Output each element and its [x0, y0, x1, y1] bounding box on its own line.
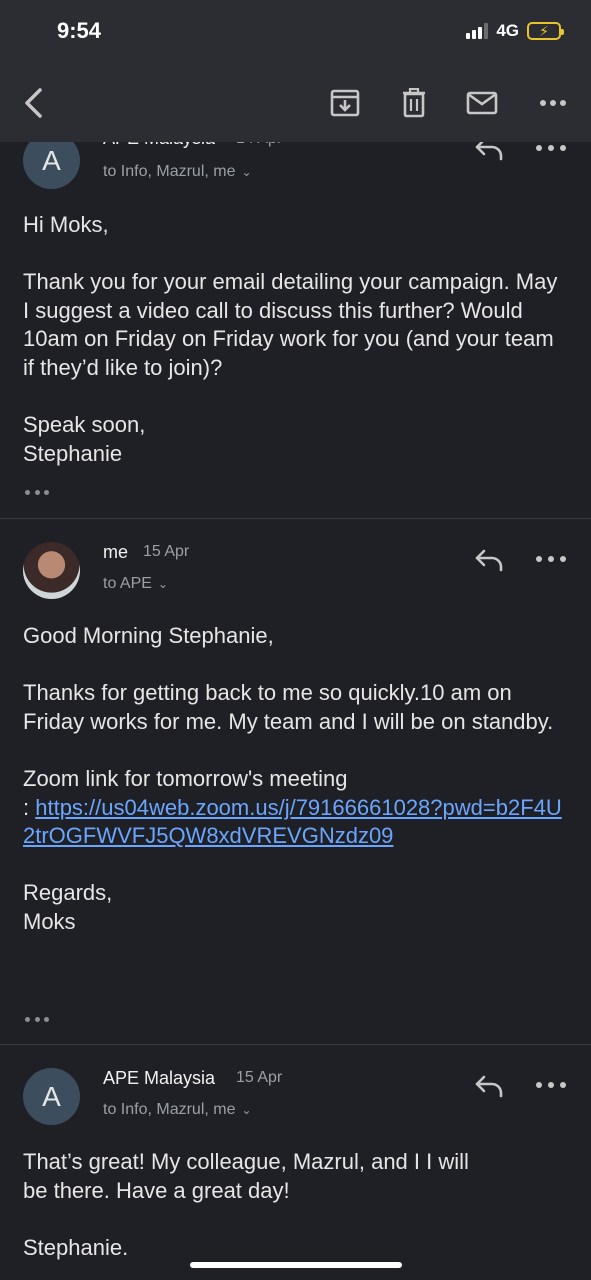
body-outro: Regards, Moks	[23, 880, 113, 934]
status-indicators: 4G ⚡	[466, 21, 564, 41]
trash-icon[interactable]	[397, 86, 431, 120]
chevron-down-icon: ⌄	[241, 1103, 252, 1117]
recipients-label: to APE	[103, 575, 152, 592]
zoom-link[interactable]: https://us04web.zoom.us/j/79166661028?pw…	[23, 795, 562, 849]
sender-name: APE Malaysia	[103, 1068, 216, 1088]
back-arrow-icon[interactable]	[16, 86, 50, 120]
show-trimmed-icon[interactable]	[25, 1015, 49, 1023]
status-time: 9:54	[57, 18, 102, 43]
message-body: That’s great! My colleague, Mazrul, and …	[23, 1149, 469, 1260]
signal-icon	[466, 23, 489, 39]
recipients-toggle[interactable]: to APE ⌄	[103, 575, 168, 593]
message-more-icon[interactable]	[536, 142, 566, 154]
message-date: 15 Apr	[236, 1069, 283, 1086]
avatar	[23, 542, 80, 599]
home-indicator[interactable]	[190, 1262, 402, 1268]
recipients-toggle[interactable]: to Info, Mazrul, me ⌄	[103, 163, 252, 181]
message-date: 15 Apr	[143, 543, 190, 560]
more-icon[interactable]	[536, 86, 570, 120]
message-3[interactable]: A APE Malaysia 15 Apr to Info, Mazrul, m…	[0, 1045, 591, 1280]
message-2[interactable]: me 15 Apr to APE ⌄ Good Morning Stephani…	[0, 519, 591, 1044]
show-trimmed-icon[interactable]	[25, 488, 49, 496]
message-more-icon[interactable]	[536, 1079, 566, 1091]
archive-icon[interactable]	[328, 86, 362, 120]
recipients-label: to Info, Mazrul, me	[103, 1101, 236, 1118]
sender-name: me	[103, 542, 129, 562]
message-body: Hi Moks, Thank you for your email detail…	[23, 212, 558, 466]
network-label: 4G	[496, 21, 519, 40]
message-more-icon[interactable]	[536, 553, 566, 565]
message-body: Good Morning Stephanie, Thanks for getti…	[23, 622, 568, 937]
recipients-label: to Info, Mazrul, me	[103, 163, 236, 180]
reply-icon[interactable]	[474, 548, 504, 572]
chevron-down-icon: ⌄	[241, 165, 252, 179]
avatar: A	[23, 1068, 80, 1125]
mail-icon[interactable]	[465, 86, 499, 120]
recipients-toggle[interactable]: to Info, Mazrul, me ⌄	[103, 1101, 252, 1119]
top-bar: 9:54 4G ⚡	[0, 0, 591, 142]
battery-icon: ⚡	[527, 22, 564, 40]
chevron-down-icon: ⌄	[157, 577, 168, 591]
reply-icon[interactable]	[474, 1074, 504, 1098]
body-intro: Good Morning Stephanie, Thanks for getti…	[23, 623, 554, 820]
